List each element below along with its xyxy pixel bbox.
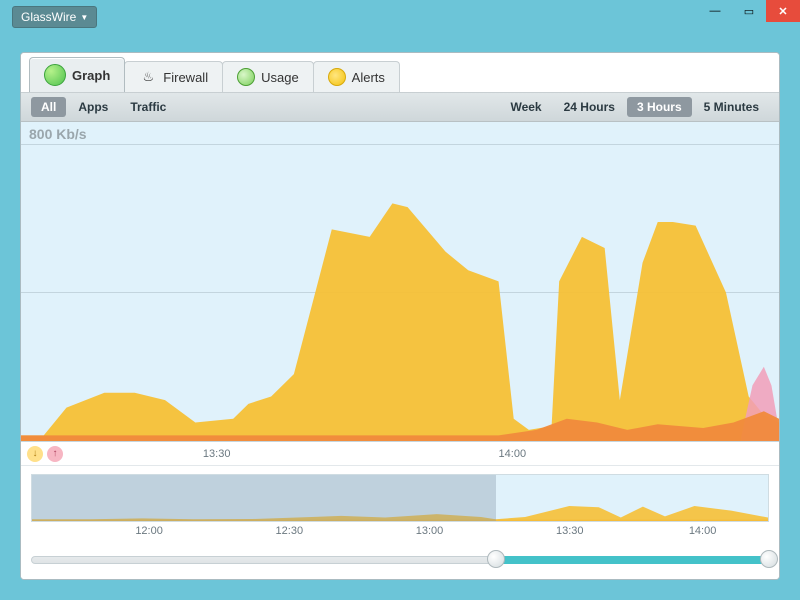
timeline-panel: 12:00 12:30 13:00 13:30 14:00 [21,466,779,580]
range-24h[interactable]: 24 Hours [554,97,625,117]
timeline-tick: 13:30 [556,525,584,537]
timeline-tick: 12:00 [135,525,163,537]
minimize-button[interactable]: — [698,0,732,22]
xaxis-main: ↓ ↑ 13:30 14:00 [21,442,779,466]
filter-left-group: All Apps Traffic [31,97,176,117]
globe-icon [44,64,66,86]
close-button[interactable]: ✕ [766,0,800,22]
timeline-dim-overlay [32,475,496,521]
tab-firewall[interactable]: ♨ Firewall [124,61,223,92]
filter-apps[interactable]: Apps [68,97,118,117]
app-title-label: GlassWire [21,10,76,24]
alert-icon [328,68,346,86]
main-chart: 800 Kb/s [21,122,779,442]
main-panel: Graph ♨ Firewall Usage Alerts All Apps T… [20,52,780,580]
y-axis-label: 800 Kb/s [29,126,87,142]
tab-label: Usage [261,70,299,85]
filter-traffic[interactable]: Traffic [120,97,176,117]
legend-download-icon: ↓ [27,446,43,462]
disk-icon [237,68,255,86]
tab-graph[interactable]: Graph [29,57,125,92]
scrub-handle-end[interactable] [760,550,778,568]
flame-icon: ♨ [139,68,157,86]
window-controls: — ▭ ✕ [698,0,800,22]
timeline-tick: 14:00 [689,525,717,537]
range-5m[interactable]: 5 Minutes [694,97,769,117]
app-window: GlassWire ▼ — ▭ ✕ Graph ♨ Firewall Usage [0,0,800,600]
tab-strip: Graph ♨ Firewall Usage Alerts [21,53,779,93]
range-week[interactable]: Week [500,97,551,117]
timeline-xaxis: 12:00 12:30 13:00 13:30 14:00 [31,522,769,542]
timeline-scrubber[interactable] [31,548,769,572]
timeline-tick: 13:00 [416,525,444,537]
xaxis-tick: 13:30 [203,448,231,460]
xaxis-tick: 14:00 [499,448,527,460]
filter-right-group: Week 24 Hours 3 Hours 5 Minutes [500,97,769,117]
tab-label: Graph [72,68,110,83]
mini-chart[interactable] [31,474,769,522]
range-3h[interactable]: 3 Hours [627,97,692,117]
scrub-handle-start[interactable] [487,550,505,568]
filter-bar: All Apps Traffic Week 24 Hours 3 Hours 5… [21,93,779,122]
scrub-fill [496,556,769,564]
plot-area[interactable] [21,144,779,441]
tab-label: Firewall [163,70,208,85]
maximize-button[interactable]: ▭ [732,0,766,22]
caret-down-icon: ▼ [80,13,88,22]
filter-all[interactable]: All [31,97,66,117]
timeline-tick: 12:30 [276,525,304,537]
tab-alerts[interactable]: Alerts [313,61,400,92]
title-bar: GlassWire ▼ — ▭ ✕ [0,0,800,40]
legend-upload-icon: ↑ [47,446,63,462]
tab-usage[interactable]: Usage [222,61,314,92]
app-title-dropdown[interactable]: GlassWire ▼ [12,6,97,28]
tab-label: Alerts [352,70,385,85]
